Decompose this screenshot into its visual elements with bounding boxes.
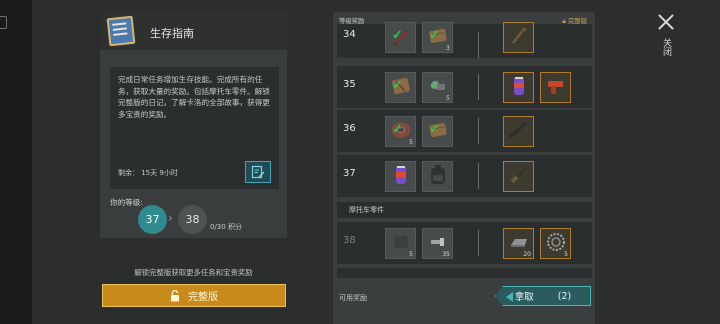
reward-level-number: 34 (343, 29, 356, 40)
reward-quantity: 3 (446, 45, 450, 52)
free-reward-slot[interactable]: 5 (385, 228, 416, 259)
level-points: 0/30 积分 (210, 223, 242, 231)
guide-description: 完成日常任务增加生存技能。完成所有的任务，获取大量的奖励。包括摩托车零件。解锁完… (118, 75, 270, 119)
premium-reward-slot[interactable] (503, 116, 534, 147)
claim-count: (2) (557, 290, 572, 302)
guide-title: 生存指南 (150, 27, 194, 40)
premium-reward-slot[interactable] (503, 161, 534, 192)
reward-divider (478, 32, 479, 58)
battle-pass-screen: 生存指南 完成日常任务增加生存技能。完成所有的任务，获取大量的奖励。包括摩托车零… (0, 0, 720, 324)
current-level-badge: 37 (138, 205, 167, 234)
reward-row-level-38: 38 5 35 20 5 (337, 222, 592, 264)
reward-quantity: 20 (523, 251, 531, 258)
claim-rewards-button[interactable]: 拿取 (2) (495, 286, 591, 306)
claimed-check-icon: ✓ (429, 78, 440, 93)
reward-row-level-36: 36 ✓ 5 ✓ (337, 110, 592, 152)
reward-level-number: 36 (343, 123, 356, 134)
claimed-check-icon: ✓ (429, 28, 440, 43)
reward-row-level-37: 37 (337, 155, 592, 197)
premium-reward-slot[interactable] (503, 72, 534, 103)
journal-book-icon (106, 15, 136, 47)
free-reward-slot[interactable] (422, 161, 453, 192)
guide-description-box: 完成日常任务增加生存技能。完成所有的任务，获取大量的奖励。包括摩托车零件。解锁完… (110, 67, 279, 189)
reward-divider (478, 163, 479, 189)
unlock-padlock-icon (171, 289, 179, 301)
reward-level-number: 37 (343, 168, 356, 179)
section-motorcycle-parts: 摩托车零件 (337, 202, 592, 218)
free-reward-slot[interactable]: ✓ 3 (422, 22, 453, 53)
reward-quantity: 35 (442, 251, 450, 258)
next-level-badge: 38 (178, 205, 207, 234)
reward-level-number: 38 (343, 235, 356, 246)
reward-divider (478, 118, 479, 144)
reward-quantity: 5 (409, 251, 413, 258)
crowbar-icon (508, 25, 530, 51)
notebook-pencil-icon (251, 165, 265, 179)
side-tab-icon[interactable] (0, 16, 7, 29)
claimed-check-icon: ✓ (429, 122, 440, 137)
reward-divider (478, 230, 479, 256)
free-reward-slot[interactable]: ✓ (385, 22, 416, 53)
close-label[interactable]: 关闭 (661, 38, 671, 56)
premium-reward-slot[interactable] (503, 22, 534, 53)
premium-reward-slot[interactable] (540, 72, 571, 103)
unlock-button-label: 完整版 (188, 292, 218, 303)
claim-label: 拿取 (514, 292, 534, 303)
reward-quantity: 5 (446, 95, 450, 102)
reward-row-level-34: 34 ✓ ✓ 3 (337, 22, 592, 58)
survival-guide-panel: 生存指南 完成日常任务增加生存技能。完成所有的任务，获取大量的奖励。包括摩托车零… (100, 12, 287, 238)
claimed-check-icon: ✓ (392, 78, 403, 93)
guide-header: 生存指南 (100, 12, 287, 50)
soda-can-icon (508, 75, 530, 101)
rifle-icon (508, 119, 530, 145)
shotgun-icon (508, 164, 530, 190)
premium-reward-slot[interactable]: 5 (540, 228, 571, 259)
reward-quantity: 5 (564, 251, 568, 258)
claimed-check-icon: ✓ (392, 122, 403, 137)
free-reward-slot[interactable]: ✓ 5 (385, 116, 416, 147)
backpack-icon (427, 164, 449, 190)
claimed-check-icon: ✓ (392, 28, 403, 43)
reward-quantity: 5 (409, 139, 413, 146)
time-remaining: 剩余： 15天 9小时 (118, 169, 178, 177)
available-rewards-label: 可用奖励 (339, 294, 367, 302)
reward-row-peek (337, 268, 592, 278)
free-reward-slot[interactable]: ✓ (422, 116, 453, 147)
left-edge-strip (0, 0, 32, 324)
premium-reward-slot[interactable]: 20 (503, 228, 534, 259)
unlock-full-version-button[interactable]: 完整版 (102, 284, 286, 307)
free-reward-slot[interactable]: ✓ 5 (422, 72, 453, 103)
free-reward-slot[interactable]: 35 (422, 228, 453, 259)
unlock-tip: 解锁完整版获取更多任务和宝贵奖励 (134, 268, 253, 277)
chevron-right-icon: › (168, 211, 173, 225)
free-reward-slot[interactable]: ✓ (385, 72, 416, 103)
close-icon[interactable] (657, 13, 675, 31)
free-reward-slot[interactable] (385, 161, 416, 192)
claim-arrow-icon (506, 292, 513, 302)
level-label: 你的等级: (110, 198, 143, 207)
level-rewards-panel[interactable]: 等级奖励 🔒︎ 完整版 34 ✓ ✓ 3 35 ✓ ✓ 5 36 ✓ 5 ✓ 37 38 5 35 20 5 摩托… (333, 12, 595, 324)
flare-gun-icon (545, 75, 567, 101)
reward-level-number: 35 (343, 79, 356, 90)
soda-can-icon (390, 164, 412, 190)
reward-row-level-35: 35 ✓ ✓ 5 (337, 66, 592, 108)
journal-edit-button[interactable] (245, 161, 271, 183)
reward-divider (478, 74, 479, 100)
